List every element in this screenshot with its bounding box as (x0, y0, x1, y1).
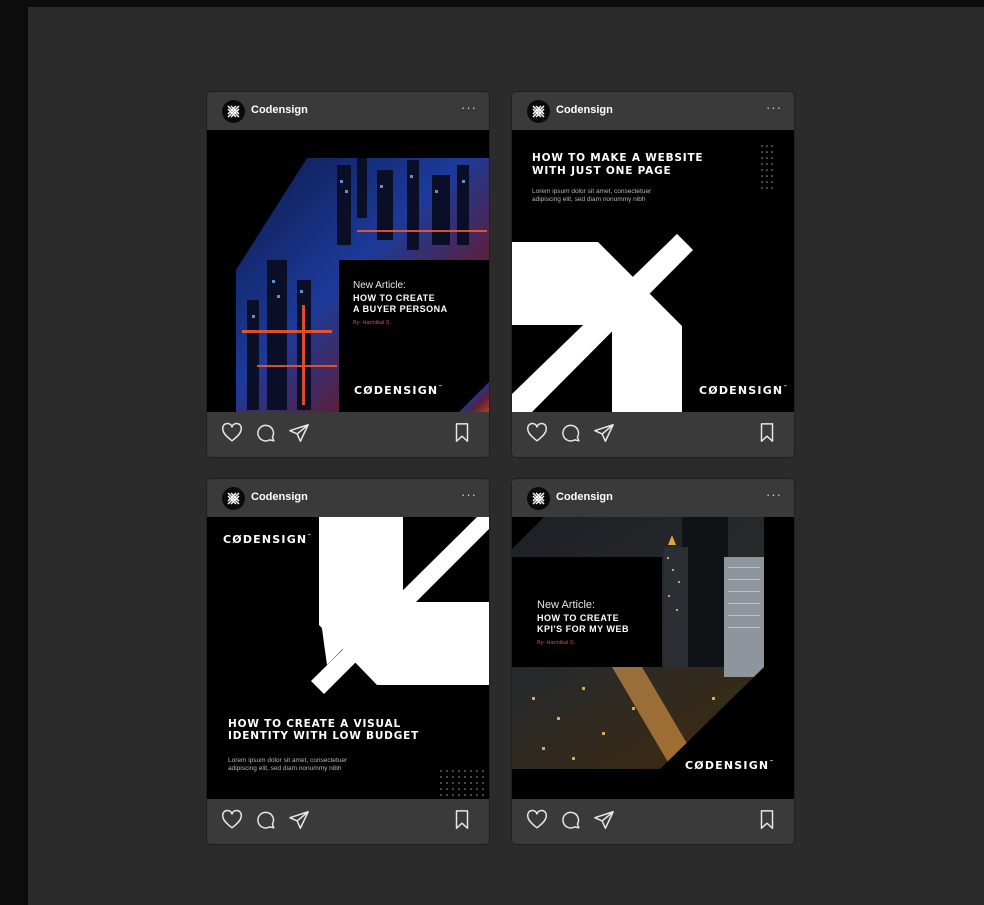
post-headline-line2: IDENTITY WITH LOW BUDGET (228, 730, 420, 742)
more-dots-icon[interactable]: ··· (461, 488, 477, 502)
article-label: New Article: (537, 599, 596, 611)
post-card-4: Codensign ··· New Article: HOW TO CREATE… (512, 479, 794, 844)
bookmark-icon[interactable] (758, 809, 776, 831)
post-header: Codensign ··· (207, 92, 489, 130)
post-actions (512, 799, 794, 844)
post-body-line2: adipiscing elit, sed diam nonummy nibh (228, 765, 342, 772)
post-header: Codensign ··· (207, 479, 489, 517)
design-canvas: Codensign ··· New Article: HOW TO CREATE… (28, 7, 984, 905)
comment-icon[interactable] (560, 809, 582, 831)
brand-wordmark: CØDENSIGN™ (354, 384, 443, 397)
bookmark-icon[interactable] (453, 422, 471, 444)
bookmark-icon[interactable] (453, 809, 471, 831)
brand-wordmark: CØDENSIGN™ (699, 384, 788, 397)
heart-icon[interactable] (221, 422, 243, 444)
article-author: By: Hannibal S. (353, 320, 391, 326)
arrow-graphic (512, 234, 693, 412)
codensign-logo-icon[interactable] (527, 487, 550, 510)
post-header: Codensign ··· (512, 92, 794, 130)
bookmark-icon[interactable] (758, 422, 776, 444)
comment-icon[interactable] (560, 422, 582, 444)
codensign-logo-icon[interactable] (222, 100, 245, 123)
more-dots-icon[interactable]: ··· (766, 488, 782, 502)
post-actions (207, 799, 489, 844)
post-actions (512, 412, 794, 457)
brand-wordmark: CØDENSIGN™ (685, 759, 774, 772)
article-title-line2: A BUYER PERSONA (353, 304, 448, 314)
account-name[interactable]: Codensign (556, 491, 613, 503)
post-actions (207, 412, 489, 457)
post-body-line1: Lorem ipsum dolor sit amet, consectetuer (228, 757, 348, 764)
post-image: CØDENSIGN™ HOW TO CREATE A VISUAL IDENTI… (207, 517, 489, 799)
send-icon[interactable] (593, 809, 615, 831)
post-card-1: Codensign ··· New Article: HOW TO CREATE… (207, 92, 489, 457)
heart-icon[interactable] (526, 422, 548, 444)
send-icon[interactable] (288, 809, 310, 831)
codensign-logo-icon[interactable] (222, 487, 245, 510)
post-image: New Article: HOW TO CREATE A BUYER PERSO… (207, 130, 489, 412)
post-header: Codensign ··· (512, 479, 794, 517)
account-name[interactable]: Codensign (251, 104, 308, 116)
send-icon[interactable] (288, 422, 310, 444)
account-name[interactable]: Codensign (251, 491, 308, 503)
post-card-2: Codensign ··· HOW TO MAKE A WEBSITE WITH… (512, 92, 794, 457)
article-author: By: Hannibal S. (537, 640, 575, 646)
send-icon[interactable] (593, 422, 615, 444)
comment-icon[interactable] (255, 809, 277, 831)
city-night-photo (236, 158, 489, 412)
account-name[interactable]: Codensign (556, 104, 613, 116)
comment-icon[interactable] (255, 422, 277, 444)
article-block: New Article: HOW TO CREATE A BUYER PERSO… (353, 280, 483, 326)
article-title-line2: KPI'S FOR MY WEB (537, 624, 629, 634)
post-image: HOW TO MAKE A WEBSITE WITH JUST ONE PAGE… (512, 130, 794, 412)
article-block: New Article: HOW TO CREATE KPI'S FOR MY … (537, 599, 662, 646)
more-dots-icon[interactable]: ··· (461, 101, 477, 115)
heart-icon[interactable] (221, 809, 243, 831)
dot-grid-decoration (440, 770, 484, 796)
post-image: New Article: HOW TO CREATE KPI'S FOR MY … (512, 517, 794, 799)
article-label: New Article: (353, 280, 406, 291)
heart-icon[interactable] (526, 809, 548, 831)
article-title-line1: HOW TO CREATE (353, 293, 436, 303)
codensign-logo-icon[interactable] (527, 100, 550, 123)
post-card-3: Codensign ··· CØDENSIGN™ HOW TO CREATE A… (207, 479, 489, 844)
more-dots-icon[interactable]: ··· (766, 101, 782, 115)
article-title-line1: HOW TO CREATE (537, 613, 620, 623)
